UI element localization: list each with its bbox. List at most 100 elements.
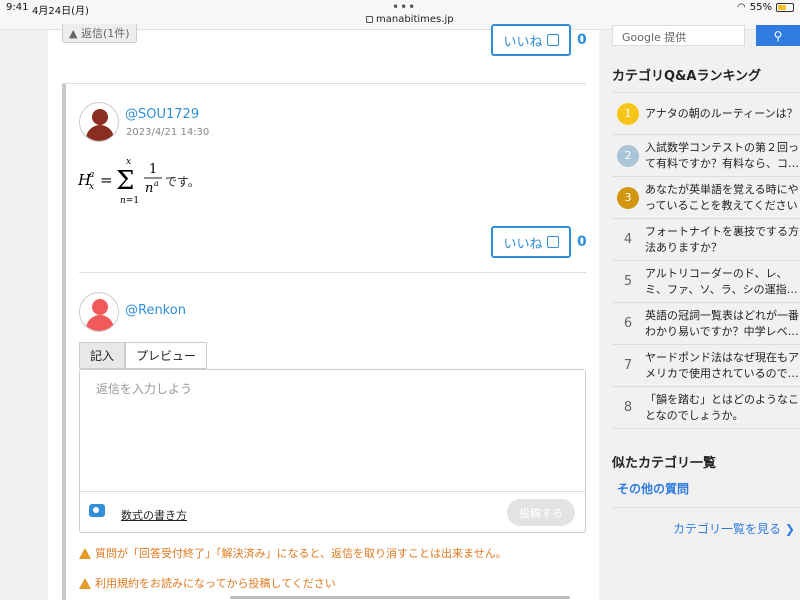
reply-editor: 数式の書き方 投稿する xyxy=(79,369,586,533)
battery-icon xyxy=(776,3,794,12)
ranking-number: 8 xyxy=(623,400,633,415)
ranking-number: 4 xyxy=(623,232,633,247)
ranking-text-line: となのでしょうか。 xyxy=(645,408,744,422)
editor-footer: 数式の書き方 投稿する xyxy=(80,491,585,533)
like-count: 0 xyxy=(577,32,587,48)
ranking-text-line: ヤードポンド法はなぜ現在もア xyxy=(645,350,799,364)
comment-like-button[interactable]: いいね xyxy=(491,226,571,258)
warning-message: 質問が「回答受付終了」「解決済み」になると、返信を取り消すことは出来ません。 xyxy=(79,545,507,561)
ranking-text: ヤードポンド法はなぜ現在もア メリカで使用されているので… xyxy=(645,350,799,382)
ranking-number: 6 xyxy=(623,316,633,331)
ranking-item[interactable]: 3 あなたが英単語を覚える時にや っていることを教えてください xyxy=(612,176,800,218)
divider xyxy=(79,272,586,273)
all-categories-link[interactable]: カテゴリ一覧を見る ❯ xyxy=(673,520,795,537)
search-placeholder: Google 提供 xyxy=(622,31,687,44)
svg-text:=: = xyxy=(100,171,113,189)
status-right: ◠ 55% xyxy=(737,2,794,13)
ranking-text-line: あなたが英単語を覚える時にや xyxy=(645,182,799,196)
divider xyxy=(612,507,800,508)
ranking-text-line: っていることを教えてください xyxy=(645,198,798,212)
more-dots-icon[interactable]: ••• xyxy=(392,0,416,14)
composer-username[interactable]: @Renkon xyxy=(125,303,186,318)
address-bar[interactable]: manabitimes.jp xyxy=(366,14,454,25)
ranking-text-line: 英語の冠詞一覧表はどれが一番 xyxy=(645,308,799,322)
post-button[interactable]: 投稿する xyxy=(507,499,575,526)
ranking-item[interactable]: 4 フォートナイトを裏技でする方 法ありますか？ xyxy=(612,218,800,260)
ranking-number: 2 xyxy=(617,144,639,167)
replies-toggle-button[interactable]: ▲ 返信(1件) xyxy=(62,24,137,43)
ranking-item[interactable]: 5 アルトリコーダーのド、レ、 ミ、ファ、ソ、ラ、シの運指… xyxy=(612,260,800,302)
ranking-text-line: アナタの朝のルーティーンは？ xyxy=(645,106,798,120)
ranking-text-line: アルトリコーダーのド、レ、 xyxy=(645,266,788,280)
similar-category-link[interactable]: その他の質問 xyxy=(617,480,689,497)
formula-help-link[interactable]: 数式の書き方 xyxy=(121,507,187,523)
search-input[interactable]: Google 提供 xyxy=(612,25,745,46)
ranking-item[interactable]: 2 入試数学コンテストの第２回っ て有料ですか？有料なら、コ… xyxy=(612,134,800,176)
comment-formula: H a x = Σ x n=1 1 n a xyxy=(78,157,162,206)
svg-text:n=1: n=1 xyxy=(120,196,139,206)
comment-username[interactable]: @SOU1729 xyxy=(125,107,199,122)
like-button[interactable]: いいね xyxy=(491,24,571,56)
ranking-item[interactable]: 6 英語の冠詞一覧表はどれが一番 わかり易いですか？中学レベ… xyxy=(612,302,800,344)
similar-categories-title: 似たカテゴリ一覧 xyxy=(612,456,717,471)
all-categories-label: カテゴリ一覧を見る xyxy=(673,522,782,536)
camera-icon[interactable] xyxy=(89,504,105,517)
ranking-text-line: 法ありますか？ xyxy=(645,240,722,254)
ranking-text: アナタの朝のルーティーンは？ xyxy=(645,106,798,122)
ranking-title: カテゴリQ&Aランキング xyxy=(612,69,762,84)
composer-tabs: 記入 プレビュー xyxy=(79,342,208,369)
ranking-text: あなたが英単語を覚える時にや っていることを教えてください xyxy=(645,182,799,214)
home-indicator xyxy=(230,596,570,599)
ranking-text: 「韻を踏む」とはどのようなこ となのでしょうか。 xyxy=(645,392,799,424)
thumbs-up-icon xyxy=(546,236,559,248)
warning-text[interactable]: 利用規約をお読みになってから投稿してください xyxy=(95,575,336,591)
wifi-icon: ◠ xyxy=(737,2,746,13)
reply-input[interactable] xyxy=(80,370,585,490)
ranking-text-line: 入試数学コンテストの第２回っ xyxy=(645,140,799,154)
ranking-number: 1 xyxy=(617,102,639,125)
ranking-text: フォートナイトを裏技でする方 法ありますか？ xyxy=(645,224,799,256)
svg-text:x: x xyxy=(126,157,131,167)
chevron-right-icon: ❯ xyxy=(784,522,795,536)
tab-write[interactable]: 記入 xyxy=(79,342,126,369)
ranking-text: アルトリコーダーのド、レ、 ミ、ファ、ソ、ラ、シの運指… xyxy=(645,266,798,298)
status-time: 9:41 xyxy=(6,2,29,13)
tab-preview[interactable]: プレビュー xyxy=(125,342,208,369)
lock-icon xyxy=(366,16,373,23)
ranking-text: 入試数学コンテストの第２回っ て有料ですか？有料なら、コ… xyxy=(645,140,799,172)
avatar[interactable] xyxy=(79,292,119,332)
search-button[interactable]: ⚲ xyxy=(756,25,800,46)
ranking-text-line: フォートナイトを裏技でする方 xyxy=(645,224,799,238)
ranking-number: 3 xyxy=(617,186,639,209)
svg-text:n: n xyxy=(145,181,153,196)
ranking-text-line: 「韻を踏む」とはどのようなこ xyxy=(645,392,799,406)
ranking-item[interactable]: 1 アナタの朝のルーティーンは？ xyxy=(612,92,800,134)
comment-like-count: 0 xyxy=(577,234,587,250)
avatar[interactable] xyxy=(79,102,119,142)
svg-text:a: a xyxy=(154,179,159,188)
search-icon: ⚲ xyxy=(773,28,783,43)
divider xyxy=(612,428,800,429)
svg-text:Σ: Σ xyxy=(116,166,134,196)
ranking-text-line: て有料ですか？有料なら、コ… xyxy=(645,156,799,170)
ranking-item[interactable]: 8 「韻を踏む」とはどのようなこ となのでしょうか。 xyxy=(612,386,800,428)
warning-message: 利用規約をお読みになってから投稿してください xyxy=(79,575,336,591)
sidebar: Google 提供 ⚲ カテゴリQ&Aランキング 1 アナタの朝のルーティーンは？… xyxy=(599,25,800,600)
warning-icon xyxy=(79,547,91,559)
svg-text:a: a xyxy=(89,170,94,180)
svg-text:x: x xyxy=(89,182,94,192)
comment-timestamp: 2023/4/21 14:30 xyxy=(126,127,210,138)
divider xyxy=(62,83,586,84)
ranking-list: 1 アナタの朝のルーティーンは？ 2 入試数学コンテストの第２回っ て有料ですか？有料な… xyxy=(612,92,800,428)
warning-text: 質問が「回答受付終了」「解決済み」になると、返信を取り消すことは出来ません。 xyxy=(95,547,507,560)
thumbs-up-icon xyxy=(546,34,559,46)
reply-thread-bar xyxy=(62,84,66,600)
ranking-text-line: メリカで使用されているので… xyxy=(645,366,799,380)
ranking-text: 英語の冠詞一覧表はどれが一番 わかり易いですか？中学レベ… xyxy=(645,308,799,340)
warning-icon xyxy=(79,577,91,589)
status-date: 4月24日(月) xyxy=(32,6,89,17)
ranking-item[interactable]: 7 ヤードポンド法はなぜ現在もア メリカで使用されているので… xyxy=(612,344,800,386)
battery-percent: 55% xyxy=(749,2,772,13)
comment-text: です。 xyxy=(165,175,200,189)
url-text: manabitimes.jp xyxy=(376,14,454,25)
